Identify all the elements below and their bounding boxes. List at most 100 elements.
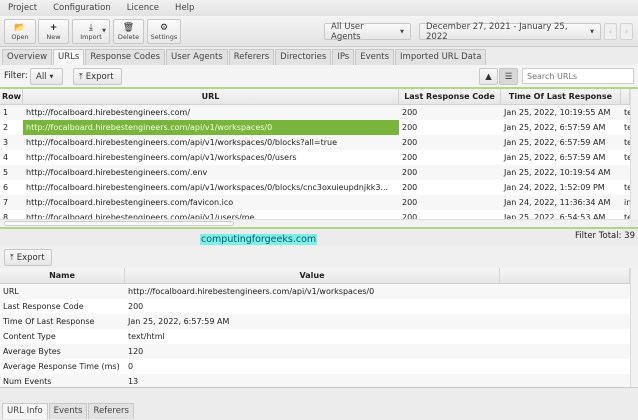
table-row[interactable]: 4 http://focalboard.hirebestengineers.com…: [0, 150, 638, 165]
extra-cell: te: [624, 183, 630, 192]
export-urls-button[interactable]: ⤒ Export: [73, 68, 122, 85]
column-header-name[interactable]: Name: [0, 268, 125, 283]
row-number: 5: [3, 168, 9, 177]
detail-name: Average Bytes: [3, 347, 61, 356]
vertical-scrollbar[interactable]: [630, 89, 638, 219]
toolbar: 📂 Open + New ⤓ Import ▼ 🗑 Delete ⚙ Settings Al…: [0, 16, 638, 47]
new-button[interactable]: + New: [38, 19, 69, 44]
tree-view-button[interactable]: ▲: [479, 68, 498, 85]
extra-cell: te: [624, 123, 630, 132]
row-number: 1: [3, 108, 9, 117]
tab-overview[interactable]: Overview: [2, 49, 53, 65]
list-view-button[interactable]: ☰: [499, 68, 518, 85]
column-header-row[interactable]: Row: [0, 89, 23, 104]
tab-user-agents[interactable]: User Agents: [166, 49, 228, 65]
column-header-value[interactable]: Value: [125, 268, 500, 283]
open-button[interactable]: 📂 Open: [4, 19, 36, 44]
scrollbar-thumb[interactable]: [4, 221, 234, 226]
column-header-time-of-last-response[interactable]: Time Of Last Response: [501, 89, 621, 104]
tab-events[interactable]: Events: [355, 49, 395, 65]
tab-referers[interactable]: Referers: [228, 49, 275, 65]
extra-cell: te: [624, 108, 630, 117]
table-row[interactable]: 7 http://focalboard.hirebestengineers.com…: [0, 195, 638, 210]
response-code-cell: 200: [402, 168, 418, 177]
row-number: 3: [3, 138, 9, 147]
detail-name: URL: [3, 287, 19, 296]
time-cell: Jan 25, 2022, 6:57:59 AM: [504, 123, 606, 132]
import-button[interactable]: ⤓ Import ▼: [72, 19, 110, 44]
tab-directories[interactable]: Directories: [275, 49, 332, 65]
filter-dropdown[interactable]: All ▼: [30, 68, 63, 85]
tab-imported-url-data[interactable]: Imported URL Data: [395, 49, 487, 65]
detail-name: Time Of Last Response: [3, 317, 95, 326]
column-header-last-response-code[interactable]: Last Response Code: [399, 89, 501, 104]
vertical-scrollbar[interactable]: [630, 268, 638, 387]
table-row[interactable]: 5 http://focalboard.hirebestengineers.com…: [0, 165, 638, 180]
tab-response-codes[interactable]: Response Codes: [85, 49, 166, 65]
search-urls-input[interactable]: [522, 68, 634, 84]
time-cell: Jan 25, 2022, 10:19:54 AM: [504, 168, 611, 177]
previous-range-button[interactable]: ‹: [604, 23, 617, 40]
table-row[interactable]: 1 http://focalboard.hirebestengineers.com…: [0, 105, 638, 120]
detail-value: 0: [128, 362, 134, 371]
filter-label: Filter:: [4, 71, 28, 81]
user-agents-dropdown[interactable]: All User Agents ▼: [324, 22, 411, 42]
date-range-dropdown[interactable]: December 27, 2021 - January 25, 2022 ▼: [419, 22, 601, 42]
url-cell: http://focalboard.hirebestengineers.com/…: [26, 138, 338, 147]
chevron-down-icon: ▼: [590, 28, 594, 35]
upload-icon: ⤒: [79, 71, 83, 82]
tab-url-info[interactable]: URL Info: [2, 403, 48, 419]
table-row[interactable]: 3 http://focalboard.hirebestengineers.com…: [0, 135, 638, 150]
column-header-url[interactable]: URL: [23, 89, 399, 104]
row-number: 7: [3, 198, 9, 207]
urls-table-header: Row URL Last Response Code Time Of Last …: [0, 89, 638, 105]
menu-project[interactable]: Project: [8, 3, 37, 13]
column-header-more[interactable]: [621, 89, 630, 104]
settings-button[interactable]: ⚙ Settings: [147, 19, 181, 44]
menu-help[interactable]: Help: [175, 3, 194, 13]
detail-row: Time Of Last Response Jan 25, 2022, 6:57:…: [0, 314, 638, 329]
extra-cell: in: [624, 198, 630, 207]
horizontal-scrollbar[interactable]: [0, 219, 630, 227]
row-number: 2: [3, 123, 9, 132]
detail-row: Content Type text/html: [0, 329, 638, 344]
detail-value: http://focalboard.hirebestengineers.com/…: [128, 287, 375, 296]
menu-licence[interactable]: Licence: [127, 3, 159, 13]
menu-configuration[interactable]: Configuration: [53, 3, 111, 13]
tab-urls[interactable]: URLs: [53, 49, 85, 65]
detail-name: Num Events: [3, 377, 52, 386]
url-cell: http://focalboard.hirebestengineers.com/…: [23, 120, 399, 135]
delete-button[interactable]: 🗑 Delete: [113, 19, 144, 44]
detail-value: 120: [128, 347, 144, 356]
detail-row: Average Response Time (ms) 0: [0, 359, 638, 374]
url-info-header: Name Value: [0, 268, 638, 284]
export-details-button[interactable]: ⤒ Export: [4, 249, 52, 266]
detail-name: Content Type: [3, 332, 56, 341]
table-row[interactable]: 8 http://focalboard.hirebestengineers.com…: [0, 210, 638, 219]
response-code-cell: 200: [402, 183, 418, 192]
detail-name: Average Response Time (ms): [3, 362, 120, 371]
tab-ips[interactable]: IPs: [332, 49, 355, 65]
detail-row: Num Events 13: [0, 374, 638, 387]
extra-cell: te: [624, 213, 630, 219]
response-code-cell: 200: [402, 138, 418, 147]
response-code-cell: 200: [402, 198, 418, 207]
time-cell: Jan 24, 2022, 11:36:34 AM: [504, 198, 611, 207]
plus-icon: +: [49, 22, 58, 33]
divider: [0, 227, 638, 229]
url-cell: http://focalboard.hirebestengineers.com/…: [26, 153, 297, 162]
chevron-down-icon: ▼: [400, 28, 404, 35]
next-range-button[interactable]: ›: [620, 23, 633, 40]
time-cell: Jan 25, 2022, 6:57:59 AM: [504, 138, 606, 147]
tab-referers-detail[interactable]: Referers: [88, 403, 134, 419]
tab-events-detail[interactable]: Events: [48, 403, 88, 419]
row-number: 8: [3, 213, 9, 219]
tree-icon: ▲: [485, 71, 492, 82]
bottom-tabs: URL Info Events Referers: [0, 403, 135, 420]
detail-name: Last Response Code: [3, 302, 84, 311]
url-info-body: URL http://focalboard.hirebestengineers.c…: [0, 284, 638, 387]
detail-value: 13: [128, 377, 139, 386]
table-row[interactable]: 6 http://focalboard.hirebestengineers.com…: [0, 180, 638, 195]
table-row[interactable]: 2 http://focalboard.hirebestengineers.com…: [0, 120, 638, 135]
filter-bar: Filter: All ▼ ⤒ Export ▲ ☰: [0, 65, 638, 87]
